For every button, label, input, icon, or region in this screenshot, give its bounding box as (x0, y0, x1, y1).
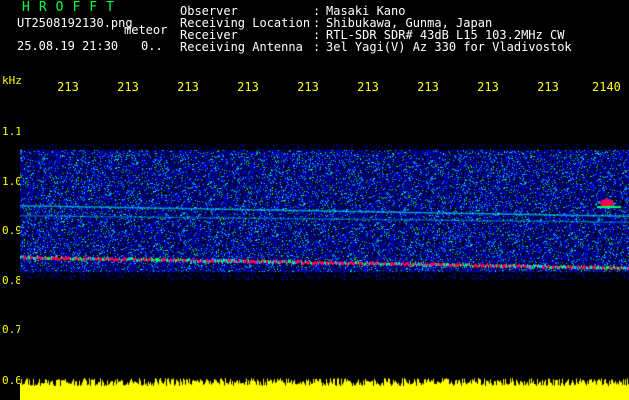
x-tick-label: 213 (297, 80, 319, 94)
axis-unit-label: kHz (2, 74, 22, 87)
y-tick-label: 1.0 (2, 175, 22, 188)
y-tick-label: 0.7 (2, 323, 22, 336)
spectrogram-canvas (20, 97, 629, 400)
y-tick-label: 0.8 (2, 274, 22, 287)
colon: : (313, 40, 321, 54)
x-tick-label: 213 (177, 80, 199, 94)
x-tick-label: 213 (357, 80, 379, 94)
x-tick-label: 213 (417, 80, 439, 94)
antenna-value: 3el Yagi(V) Az 330 for Vladivostok (326, 40, 572, 54)
extra-label: 0.. (141, 39, 163, 53)
y-tick-label: 0.9 (2, 224, 22, 237)
y-tick-label: 0.6 (2, 374, 22, 387)
x-tick-label: 213 (117, 80, 139, 94)
datetime-label: 25.08.19 21:30 (17, 39, 119, 53)
y-tick-label: 1.1 (2, 125, 22, 138)
x-tick-label: 213 (537, 80, 559, 94)
x-tick-label: 213 (237, 80, 259, 94)
x-tick-label: 213 (57, 80, 79, 94)
x-tick-label: 2140 (592, 80, 621, 94)
x-tick-label: 213 (477, 80, 499, 94)
filename-label: UT2508192130.png (17, 16, 133, 30)
app-title: HROFFT (22, 0, 123, 15)
antenna-label: Receiving Antenna (180, 40, 303, 54)
mode-label: meteor (124, 23, 168, 37)
